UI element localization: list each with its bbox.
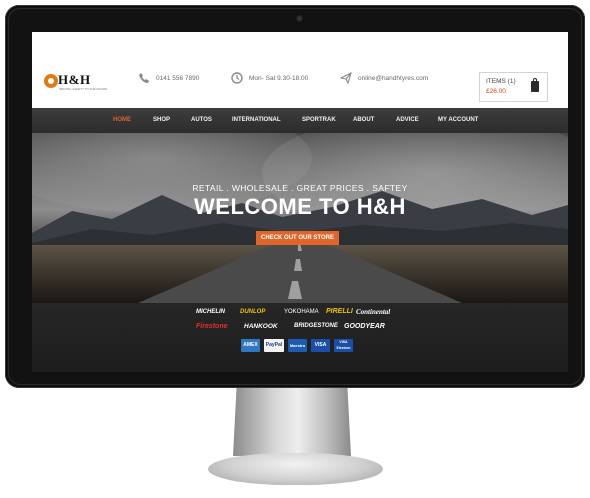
nav-item-autos[interactable]: AUTOS: [191, 108, 212, 133]
nav-item-shop[interactable]: SHOP: [153, 108, 170, 133]
brand-logo-continental: Continental: [356, 308, 391, 316]
opening-hours: Mon- Sat 9.30-18.00: [249, 74, 309, 82]
site-header: H&H DRIVING SAFETY TO THE ROADS 0141 556…: [32, 32, 568, 108]
monitor-stand-neck: [233, 388, 351, 456]
website-screen: H&H DRIVING SAFETY TO THE ROADS 0141 556…: [32, 32, 568, 372]
cart-total: £26.00: [486, 88, 506, 95]
maestro-card-icon: Maestro: [288, 339, 307, 352]
shopping-bag-icon: [531, 78, 539, 92]
header-hours: Mon- Sat 9.30-18.00: [231, 72, 308, 84]
hero-banner: RETAIL . WHOLESALE . GREAT PRICES . SAFT…: [32, 133, 568, 303]
brand-logo-hankook: HANKOOK: [244, 323, 278, 330]
brand-logo-michelin: MICHELIN: [196, 309, 225, 315]
nav-item-international[interactable]: INTERNATIONAL: [232, 108, 281, 133]
check-out-store-button[interactable]: CHECK OUT OUR STORE: [256, 231, 339, 245]
paypal-card-icon: PayPal: [264, 339, 284, 352]
cart-widget[interactable]: ITEMS (1) £26.00: [479, 72, 548, 102]
brand-logo-firestone: Firestone: [196, 323, 228, 330]
paper-plane-icon: [340, 72, 352, 84]
nav-item-my-account[interactable]: MY ACCOUNT: [438, 108, 478, 133]
amex-card-icon: AMEX: [241, 339, 260, 352]
nav-item-advice[interactable]: ADVICE: [396, 108, 419, 133]
header-email[interactable]: online@handhtyres.com: [340, 72, 428, 84]
phone-number: 0141 556 7890: [156, 74, 200, 82]
visa-electron-card-icon: VISA Electron: [334, 339, 353, 352]
email-address: online@handhtyres.com: [358, 74, 429, 82]
hero-title: WELCOME TO H&H: [194, 194, 406, 219]
main-nav: HOME SHOP AUTOS INTERNATIONAL SPORTRAK A…: [32, 108, 568, 133]
logo-text: H&H: [58, 72, 91, 87]
nav-item-sportrak[interactable]: SPORTRAK: [302, 108, 336, 133]
hero-road: [138, 237, 462, 303]
tyre-logo-icon: [44, 74, 58, 88]
brand-logo-pirelli: PIRELLI: [326, 308, 353, 315]
hero-subtitle: RETAIL . WHOLESALE . GREAT PRICES . SAFT…: [192, 183, 408, 193]
brand-footer: MICHELIN DUNLOP YOKOHAMA PIRELLI Contine…: [32, 303, 568, 372]
monitor-stand-base: [208, 453, 383, 485]
cart-items-count: ITEMS (1): [486, 78, 516, 85]
brand-logo-bridgestone: BRIDGESTONE: [294, 323, 338, 329]
monitor-frame: H&H DRIVING SAFETY TO THE ROADS 0141 556…: [5, 5, 585, 388]
brand-logo-goodyear: GOODYEAR: [344, 323, 385, 330]
clock-icon: [231, 72, 243, 84]
brand-logo-yokohama: YOKOHAMA: [284, 309, 319, 315]
webcam-icon: [297, 16, 302, 21]
visa-card-icon: VISA: [311, 339, 330, 352]
phone-icon: [139, 73, 149, 83]
nav-item-about[interactable]: ABOUT: [353, 108, 374, 133]
header-phone[interactable]: 0141 556 7890: [138, 72, 199, 84]
site-logo[interactable]: H&H DRIVING SAFETY TO THE ROADS: [44, 72, 112, 94]
nav-item-home[interactable]: HOME: [113, 108, 131, 133]
logo-tagline: DRIVING SAFETY TO THE ROADS: [59, 87, 108, 91]
brand-logo-dunlop: DUNLOP: [240, 309, 266, 315]
